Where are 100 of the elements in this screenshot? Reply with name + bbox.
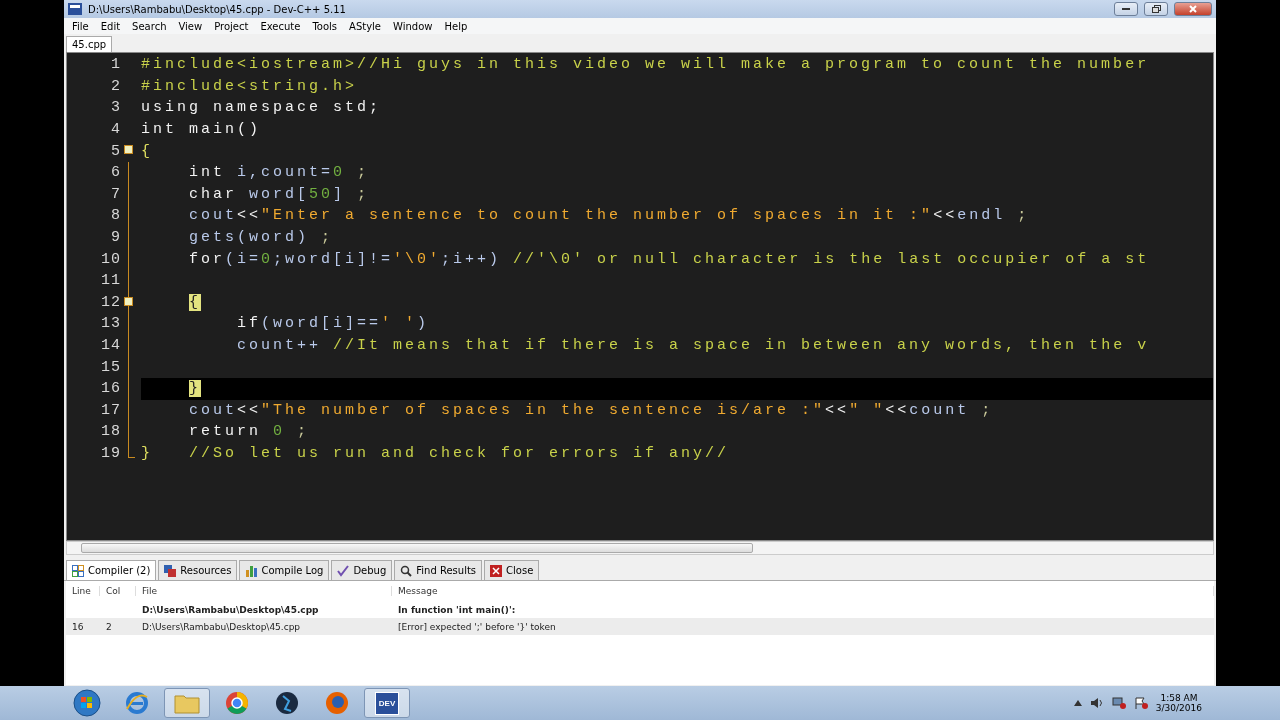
code-token: ; [980,401,994,419]
column-header: File [136,586,392,596]
code-token: "The number of spaces in the sentence is/are :" [261,401,826,419]
code-token: #include<string.h> [141,77,358,95]
code-token: #include<iostream> [141,56,358,74]
code-token: } [141,445,153,462]
code-token: ) [417,315,430,333]
windows-icon [164,564,177,577]
folder-icon [174,692,200,714]
code-token: char [188,185,238,203]
panel-tab[interactable]: Compile Log [239,560,330,580]
bar-chart-icon [245,564,258,577]
line-number: 2 [110,77,121,95]
line-number: 12 [100,293,121,311]
code-token: << [825,401,850,419]
code-token: ; [356,185,370,203]
menu-item[interactable]: View [172,20,209,32]
code-token: //So let us run and check for errors if any// [188,445,730,462]
code-token: ; [320,229,334,247]
browser-e-icon [125,691,149,715]
clock-time: 1:58 AM [1160,693,1198,703]
line-number: 19 [100,445,121,462]
column-header: Message [392,586,1214,596]
panel-tab[interactable]: Resources [158,560,238,580]
line-number: 11 [100,272,121,290]
panel-tab[interactable]: Compiler (2) [66,560,157,580]
code-token: //'\0' or null character is the last occupier of a st [513,250,1150,268]
table-cell-text: In function 'int main()': [397,604,517,615]
code-token: ; [356,164,370,182]
code-token: ;i++) [441,250,503,268]
code-token: 0 [273,423,286,441]
speaker-icon [1089,697,1104,709]
code-token: << [237,207,262,225]
close-button[interactable] [1174,2,1212,16]
table-cell-text: 2 [105,621,113,632]
line-number: 1 [110,56,121,74]
minimize-button[interactable] [1114,2,1138,16]
menu-item[interactable]: Execute [254,20,307,32]
file-tab[interactable]: 45.cpp [66,36,113,52]
code-token: gets(word) [188,229,310,247]
code-token: cout [188,207,237,225]
menu-item[interactable]: File [66,20,95,32]
code-token: << [237,401,262,419]
taskbar-app-button[interactable]: DEV [364,688,410,718]
menu-item[interactable]: Tools [306,20,344,32]
menu-item[interactable]: Edit [94,20,127,32]
menu-item[interactable]: Window [387,20,439,32]
code-token: (i= [225,250,262,268]
clock-date: 3/30/2016 [1155,703,1202,713]
panel-tab[interactable]: Debug [331,560,393,580]
line-number: 9 [110,229,121,247]
table-cell-text: D:\Users\Rambabu\Desktop\45.cpp [141,621,302,632]
fold-toggle[interactable] [124,296,133,306]
restore-button[interactable] [1144,2,1168,16]
code-token: "Enter a sentence to count the number of spaces in it :" [261,207,934,225]
line-number: 14 [100,337,121,354]
window-title: D:\Users\Rambabu\Desktop\45.cpp - Dev-C++ 5.11 [88,3,347,15]
caret-icon [1073,700,1082,706]
code-token: ;word[i]!= [273,250,394,268]
code-token: (word[i]== [261,315,382,333]
close-icon [1189,5,1197,13]
line-number: 16 [100,380,121,398]
line-number: 8 [110,207,121,225]
code-token: i,count= [237,164,334,182]
code-token: { [189,293,201,311]
menu-item[interactable]: Project [208,20,255,32]
column-header: Col [100,586,136,596]
code-token: 50 [309,185,334,203]
code-token: 0 [261,250,274,268]
code-token: int main() [141,121,261,139]
menu-item[interactable]: AStyle [343,20,388,32]
column-header: Line [66,586,100,596]
code-token: ; [296,423,310,441]
network-icon [1111,697,1126,709]
menu-item[interactable]: Search [126,20,173,32]
table-cell-text: [Error] expected ';' before '}' token [397,621,557,632]
table-cell-text: D:\Users\Rambabu\Desktop\45.cpp [141,604,320,615]
code-token: return [188,423,262,441]
code-token: { [141,142,153,160]
line-number: 18 [100,423,121,441]
code-token: ' ' [381,315,418,333]
panel-tab[interactable]: Close [484,560,540,580]
search-icon [400,564,413,577]
horizontal-scrollbar[interactable] [66,541,1214,555]
minimize-icon [1122,7,1130,11]
line-number: 15 [100,358,121,376]
panel-tab[interactable]: Find Results [394,560,483,580]
code-token: " " [849,401,886,419]
menu-item[interactable]: Help [438,20,474,32]
code-token: if [236,315,261,333]
code-token: count [909,401,970,419]
app-icon [68,3,82,15]
line-number: 5 [110,142,121,160]
line-number: 7 [110,185,121,203]
code-token: word[ [249,185,310,203]
line-number: 10 [100,250,121,268]
line-number: 13 [100,315,121,333]
code-token: endl [957,207,1006,225]
fold-toggle[interactable] [124,145,133,155]
grid-icon [72,564,84,577]
